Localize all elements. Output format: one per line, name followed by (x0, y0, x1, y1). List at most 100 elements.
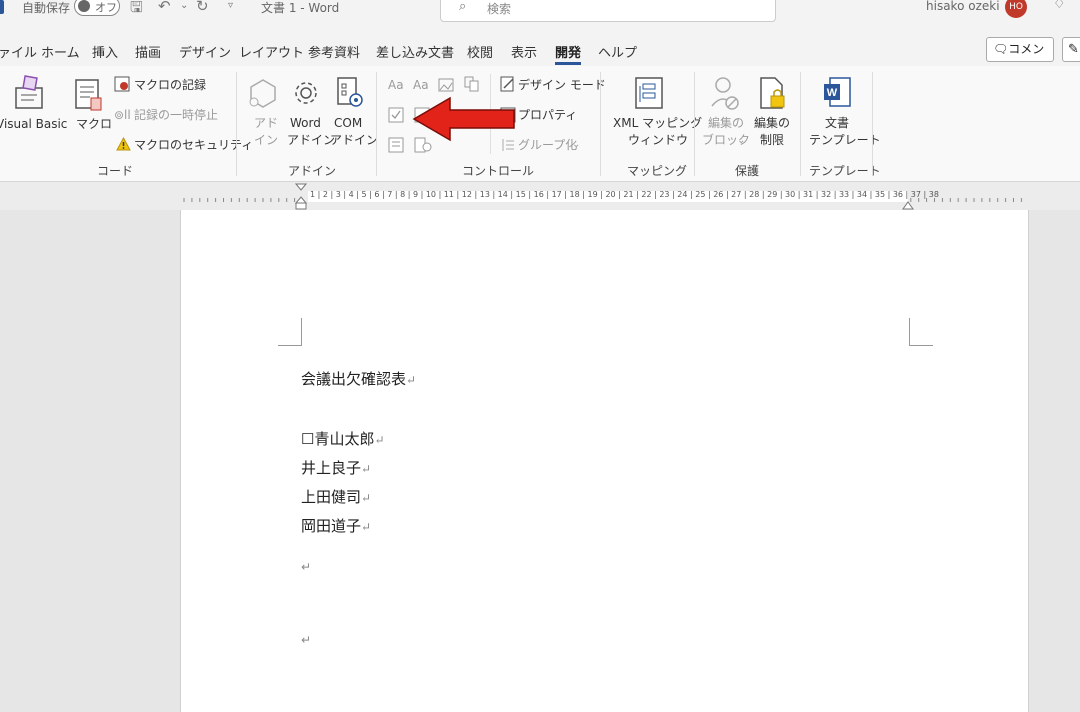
macro-icon[interactable] (74, 78, 104, 115)
user-name[interactable]: hisako ozeki (926, 0, 1000, 13)
crop-mark-right (909, 318, 933, 346)
word-addin-label-2[interactable]: アドイン (287, 132, 335, 149)
checkbox-control-icon[interactable] (388, 107, 404, 126)
restrict-editing-label-1[interactable]: 編集の (754, 115, 790, 132)
tab-view[interactable]: 表示 (511, 42, 537, 61)
document-page[interactable]: 会議出欠確認表↵ ☐青山太郎↵ 井上良子↵ 上田健司↵ 岡田道子↵ ↵ ↵ (180, 210, 1029, 712)
record-macro-label[interactable]: マクロの記録 (134, 77, 206, 94)
tab-home[interactable]: ホーム (41, 42, 80, 61)
attendee-name: ☐青山太郎 (301, 430, 375, 448)
ribbon-developer: Visual Basic マクロ マクロの記録 ⊚ll 記録の一時停止 マクロの… (0, 66, 1080, 182)
document-template-label-1[interactable]: 文書 (825, 115, 849, 132)
editing-button[interactable]: ✎ (1062, 37, 1080, 62)
undo-dropdown-icon[interactable]: ⌄ (180, 0, 188, 11)
plain-text-control-icon[interactable]: Aa (413, 77, 429, 94)
active-tab-indicator (555, 62, 581, 65)
paragraph-mark: ↵ (361, 520, 372, 534)
xml-mapping-label-2[interactable]: ウィンドウ (628, 132, 688, 149)
pause-recording-icon: ⊚ll (114, 108, 131, 122)
tab-design[interactable]: デザイン (179, 42, 231, 61)
group-separator (872, 72, 873, 176)
chevron-down-icon: ⌄ (572, 139, 581, 150)
design-mode-icon[interactable] (500, 76, 516, 95)
xml-mapping-label-1[interactable]: XML マッピング (613, 115, 702, 132)
picture-control-icon[interactable] (438, 78, 454, 95)
word-app-icon (0, 0, 4, 14)
macro-label[interactable]: マクロ (76, 116, 112, 133)
ribbon-tabs: ァイル ホーム 挿入 描画 デザイン レイアウト 参考資料 差し込み文書 校閲 … (0, 34, 1080, 79)
com-addin-label-2[interactable]: アドイン (330, 132, 378, 149)
chevron-down-icon: ⌄ (737, 135, 746, 146)
attendee-name: 上田健司 (301, 488, 362, 506)
avatar[interactable]: HO (1005, 0, 1027, 18)
tab-draw[interactable]: 描画 (135, 42, 161, 61)
tab-references[interactable]: 参考資料 (308, 42, 360, 61)
record-macro-icon[interactable] (114, 76, 130, 95)
visual-basic-label[interactable]: Visual Basic (0, 116, 67, 133)
save-icon[interactable]: 🖫 (130, 0, 143, 22)
group-label-templates: テンプレート (809, 164, 881, 178)
red-arrow-annotation (412, 96, 518, 145)
building-block-control-icon[interactable] (464, 76, 480, 95)
group-label-code: コード (97, 164, 134, 178)
addin-label-1: アド (254, 116, 279, 130)
list-item[interactable]: 上田健司↵ (301, 486, 371, 507)
undo-icon[interactable]: ↶ (158, 0, 171, 15)
redo-icon[interactable]: ↻ (196, 0, 209, 15)
attendee-name: 岡田道子 (301, 517, 362, 535)
word-template-icon[interactable]: W (822, 76, 852, 113)
group-separator (800, 72, 801, 176)
rich-text-control-icon[interactable]: Aa (388, 77, 404, 94)
tab-insert[interactable]: 挿入 (92, 42, 118, 61)
paragraph-mark: ↵ (406, 373, 417, 387)
document-title-line[interactable]: 会議出欠確認表↵ (301, 368, 416, 389)
word-addin-label-1[interactable]: Word (290, 115, 321, 132)
paragraph-mark[interactable]: ↵ (301, 633, 311, 647)
horizontal-ruler[interactable]: 1 | 2 | 3 | 4 | 5 | 6 | 7 | 8 | 9 | 10 |… (0, 182, 1080, 210)
properties-label[interactable]: プロパティ (518, 107, 577, 124)
addin-icon (248, 78, 278, 111)
tab-mailings[interactable]: 差し込み文書 (376, 42, 454, 61)
tab-review[interactable]: 校閲 (467, 42, 493, 61)
group-label-controls: コントロール (462, 164, 535, 178)
group-separator (600, 72, 601, 176)
list-item[interactable]: 井上良子↵ (301, 457, 371, 478)
warning-icon[interactable] (116, 136, 131, 154)
addin-label-2: イン (254, 133, 279, 147)
group-label-mapping: マッピング (627, 164, 688, 178)
group-separator (376, 72, 377, 176)
paragraph-mark[interactable]: ↵ (301, 560, 311, 574)
customize-toolbar-icon[interactable]: ▿ (228, 0, 233, 11)
gear-icon[interactable] (291, 78, 321, 111)
document-heading: 会議出欠確認表 (301, 370, 407, 388)
tab-help[interactable]: ヘルプ (598, 42, 637, 61)
design-mode-label[interactable]: デザイン モード (518, 77, 606, 94)
autosave-label: 自動保存 (22, 1, 71, 15)
comment-button[interactable]: 🗨コメント (986, 37, 1054, 79)
restrict-editing-icon[interactable] (758, 76, 788, 115)
tab-layout[interactable]: レイアウト (239, 42, 304, 61)
legacy-tools-icon[interactable] (388, 137, 404, 156)
tab-file[interactable]: ァイル (0, 42, 37, 61)
diamond-icon[interactable]: ♢ (1053, 0, 1066, 12)
com-addin-label-1[interactable]: COM (334, 115, 362, 132)
list-item[interactable]: 岡田道子↵ (301, 515, 371, 536)
search-box[interactable]: ⌕ 検索 (440, 0, 776, 22)
xml-mapping-icon[interactable] (634, 76, 664, 113)
paragraph-mark: ↵ (361, 462, 372, 476)
autosave-toggle[interactable]: オフ (74, 0, 120, 16)
ruler-numbers: 1 | 2 | 3 | 4 | 5 | 6 | 7 | 8 | 9 | 10 |… (310, 190, 939, 199)
search-placeholder: 検索 (487, 2, 512, 16)
visual-basic-icon[interactable] (12, 74, 46, 113)
group-label: グループ化 (518, 138, 578, 152)
restrict-editing-label-2[interactable]: 制限 (760, 132, 784, 149)
group-separator (236, 72, 237, 176)
document-title: 文書 1 - Word (261, 1, 340, 15)
com-addin-icon[interactable] (335, 76, 365, 113)
search-icon: ⌕ (459, 0, 467, 14)
pause-recording-label: 記録の一時停止 (134, 108, 219, 122)
tab-developer[interactable]: 開発 (555, 42, 581, 61)
list-item[interactable]: ☐青山太郎↵ (301, 428, 385, 449)
document-template-label-2[interactable]: テンプレート (809, 132, 881, 149)
crop-mark-left (278, 318, 302, 346)
